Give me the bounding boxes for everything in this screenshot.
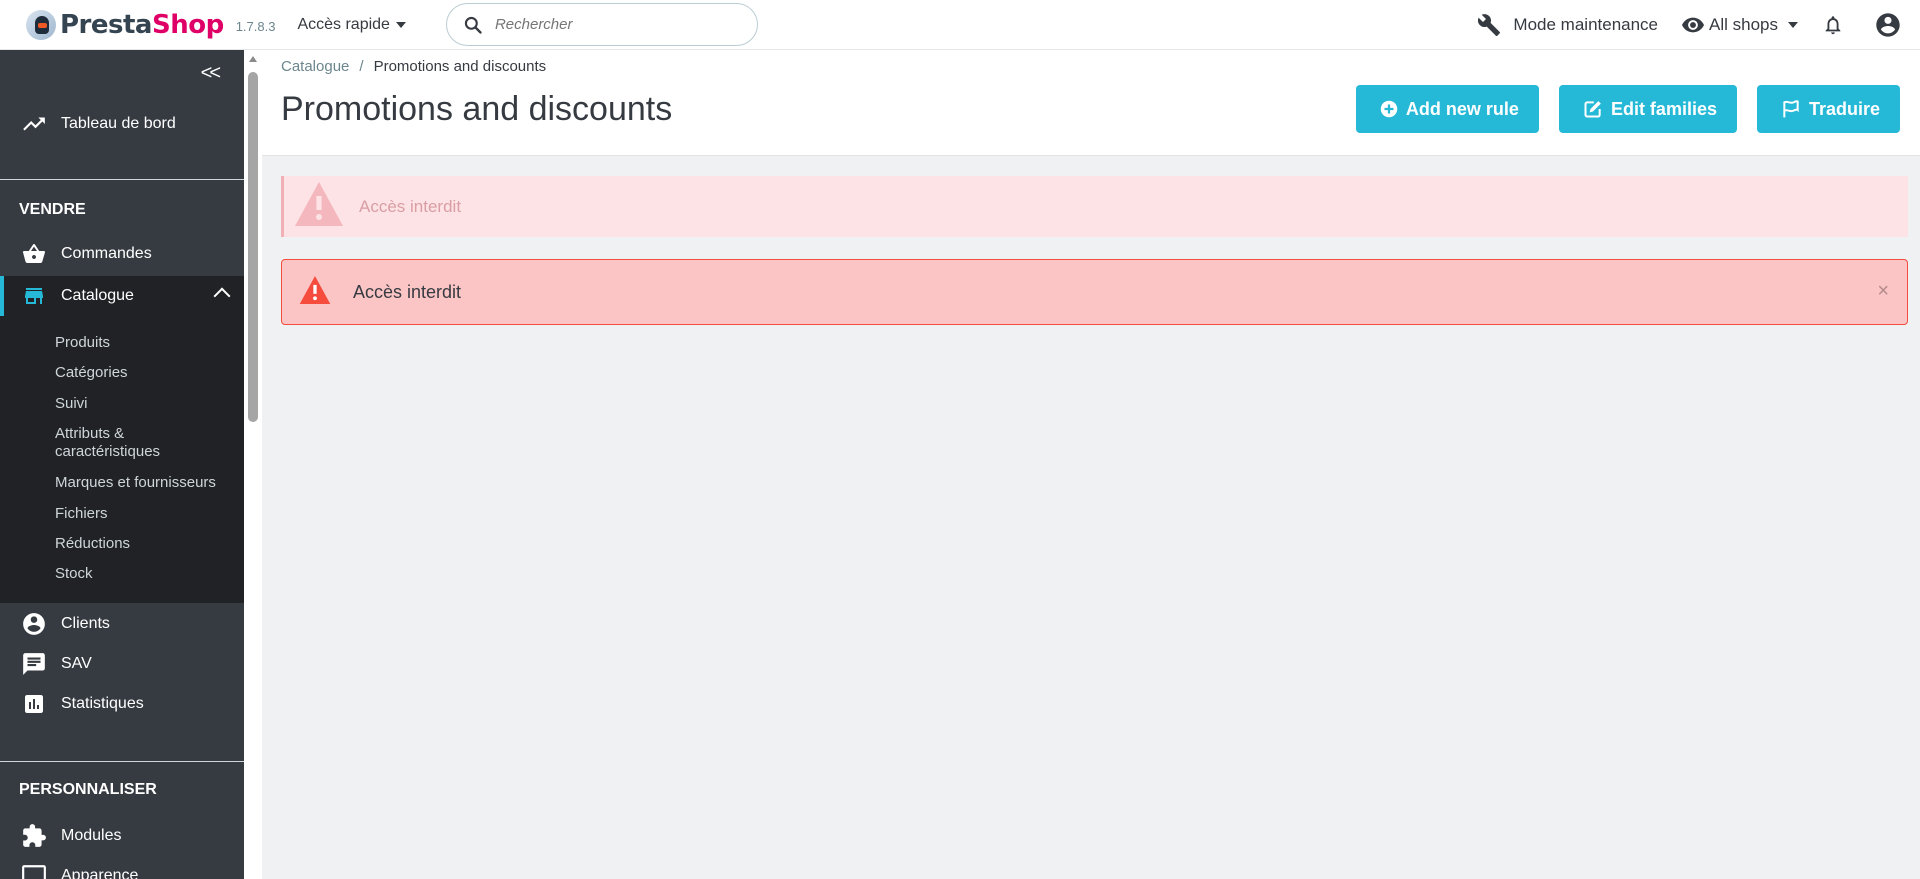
notifications-bell-icon[interactable] [1822, 13, 1844, 37]
sidebar-item-label: SAV [61, 655, 92, 672]
sidebar-item-catalog[interactable]: Catalogue [0, 276, 244, 316]
section-title-sell: VENDRE [19, 201, 86, 218]
logo-text-shop: Shop [151, 9, 224, 40]
close-icon[interactable]: × [1877, 280, 1889, 303]
page-toolbar: Add new rule Edit families Traduire [1336, 85, 1900, 133]
sidebar-item-appearance[interactable]: Apparence [0, 862, 244, 879]
puffin-logo-icon [26, 9, 56, 40]
version-label: 1.7.8.3 [235, 19, 276, 34]
warning-icon [294, 182, 344, 231]
button-label: Edit families [1610, 98, 1717, 119]
sidebar-item-label: Clients [61, 615, 110, 632]
page-header: Catalogue / Promotions and discounts Pro… [262, 50, 1920, 156]
monitor-icon [20, 862, 48, 879]
puzzle-icon [20, 822, 48, 850]
section-title-customize: PERSONNALISER [19, 781, 157, 798]
basket-icon [20, 240, 48, 268]
sidebar-item-label: Statistiques [61, 695, 144, 712]
button-label: Add new rule [1405, 98, 1519, 119]
shops-label: All shops [1709, 15, 1778, 34]
caret-down-icon [395, 21, 406, 28]
collapse-sidebar-icon[interactable]: << [201, 62, 221, 85]
alert-text: Accès interdit [359, 196, 462, 216]
submenu-item-stock[interactable]: Stock [55, 565, 93, 583]
submenu-item-label: Attributs & [55, 425, 125, 442]
breadcrumb-link-catalog[interactable]: Catalogue [281, 58, 349, 75]
wrench-icon [1478, 14, 1501, 36]
sidebar-item-label: Apparence [61, 867, 139, 879]
sidebar-scrollbar[interactable] [244, 50, 262, 879]
sidebar-item-dashboard[interactable]: Tableau de bord [0, 110, 244, 138]
user-circle-icon [20, 610, 48, 638]
translate-button[interactable]: Traduire [1756, 85, 1900, 133]
add-new-rule-button[interactable]: Add new rule [1355, 85, 1539, 133]
account-avatar-icon[interactable] [1874, 11, 1902, 39]
submenu-item-discounts[interactable]: Réductions [55, 535, 130, 553]
chat-icon [20, 650, 48, 678]
alert-text: Accès interdit [353, 281, 462, 302]
sidebar-item-customers[interactable]: Clients [0, 610, 244, 638]
sidebar-item-orders[interactable]: Commandes [0, 240, 244, 268]
sidebar-item-stats[interactable]: Statistiques [0, 690, 244, 718]
sidebar-item-modules[interactable]: Modules [0, 822, 244, 850]
access-denied-alert: Accès interdit × [281, 259, 1908, 325]
sidebar-item-support[interactable]: SAV [0, 650, 244, 678]
scroll-thumb[interactable] [248, 72, 258, 422]
quick-access-dropdown[interactable]: Accès rapide [297, 16, 406, 34]
maintenance-label: Mode maintenance [1513, 15, 1659, 34]
submenu-item-products[interactable]: Produits [55, 334, 110, 352]
warning-icon [299, 275, 331, 309]
prestashop-logo[interactable]: PrestaShop [26, 9, 224, 40]
submenu-item-brands[interactable]: Marques et fournisseurs [55, 474, 216, 492]
maintenance-mode-link[interactable]: Mode maintenance [1477, 13, 1658, 37]
top-header: PrestaShop 1.7.8.3 Accès rapide Mode mai… [0, 0, 1920, 50]
plus-circle-icon [1380, 100, 1398, 118]
submenu-item-attributes[interactable]: Attributs & caractéristiques [55, 425, 160, 461]
page-title: Promotions and discounts [281, 90, 673, 128]
breadcrumb-separator: / [359, 58, 364, 75]
submenu-item-categories[interactable]: Catégories [55, 364, 128, 382]
search-input[interactable] [494, 16, 735, 33]
sidebar-divider [0, 761, 244, 762]
store-icon [20, 282, 48, 310]
shop-selector[interactable]: All shops [1682, 15, 1798, 35]
trending-up-icon [20, 110, 48, 138]
bar-chart-icon [20, 690, 48, 718]
edit-icon [1584, 101, 1601, 118]
submenu-item-files[interactable]: Fichiers [55, 505, 108, 523]
scroll-up-arrow-icon[interactable] [249, 56, 257, 62]
sidebar-divider [0, 179, 244, 180]
sidebar-item-label: Catalogue [61, 287, 134, 304]
search-box[interactable] [445, 3, 758, 46]
eye-icon [1682, 17, 1705, 33]
breadcrumb: Catalogue / Promotions and discounts [281, 58, 546, 75]
access-denied-alert-faded: Accès interdit [281, 176, 1908, 237]
caret-down-icon [1788, 22, 1798, 28]
sidebar-nav: << Tableau de bord VENDRE Commandes Cata… [0, 50, 244, 879]
quick-access-label: Accès rapide [297, 15, 390, 33]
flag-icon [1783, 100, 1799, 118]
sidebar-item-label: Tableau de bord [61, 115, 176, 132]
button-label: Traduire [1808, 98, 1880, 119]
sidebar-item-label: Commandes [61, 245, 152, 262]
breadcrumb-current: Promotions and discounts [373, 58, 547, 75]
search-icon [464, 16, 482, 34]
submenu-item-monitoring[interactable]: Suivi [55, 395, 88, 413]
sidebar-item-label: Modules [61, 827, 122, 844]
edit-families-button[interactable]: Edit families [1558, 85, 1737, 133]
logo-text-presta: Presta [60, 9, 152, 40]
submenu-item-label: caractéristiques [55, 443, 161, 460]
